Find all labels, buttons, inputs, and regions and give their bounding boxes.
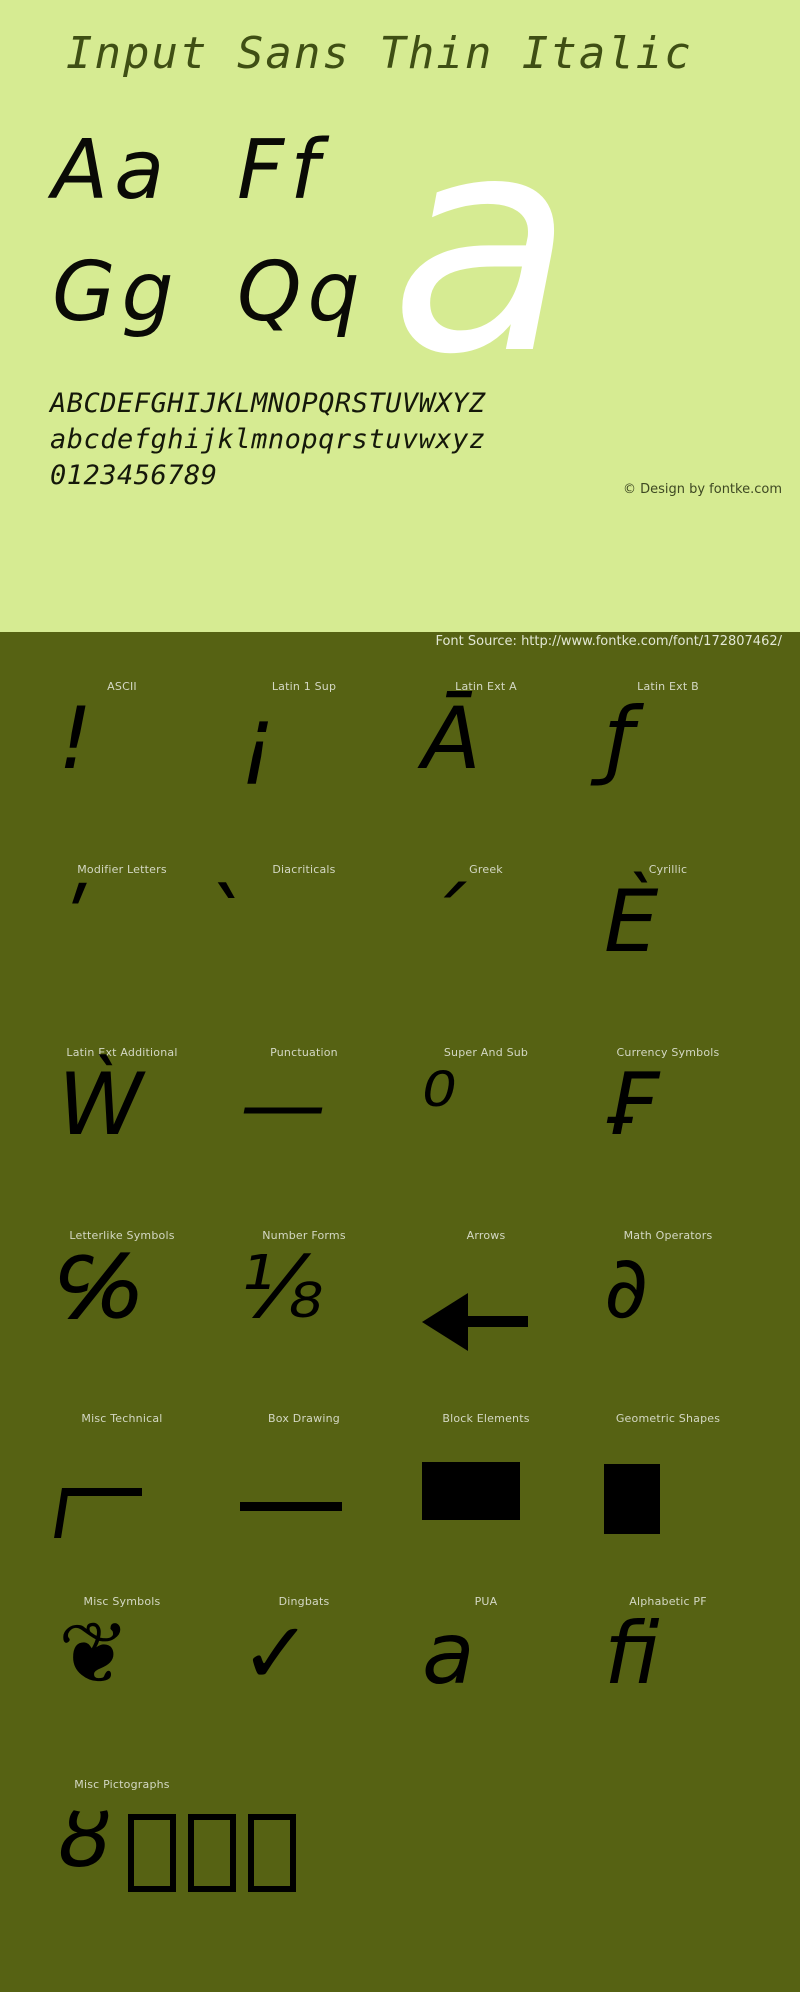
letter-pair: Ff bbox=[237, 123, 326, 218]
unicode-block-glyph: ₣ bbox=[604, 1055, 659, 1155]
unicode-block-label: Diacriticals bbox=[272, 863, 336, 876]
unicode-block-glyph: a bbox=[422, 1604, 475, 1704]
font-source-link[interactable]: Font Source: http://www.fontke.com/font/… bbox=[435, 634, 782, 649]
unicode-block-cell[interactable]: Number Forms ⅛ bbox=[214, 1207, 394, 1390]
unicode-block-row: Modifier LettersʹDiacriticals̀Greek΄Cyri… bbox=[0, 841, 800, 1024]
unicode-block-cell[interactable]: Arrows bbox=[396, 1207, 576, 1390]
lowercase-alphabet-line: abcdefghijklmnopqrstuvwxyz bbox=[50, 424, 486, 455]
unicode-block-cell[interactable]: Latin 1 Sup ¡ bbox=[214, 658, 394, 841]
unicode-block-glyph: ! bbox=[58, 689, 93, 789]
unicode-block-label: Block Elements bbox=[442, 1412, 530, 1425]
unicode-block-row: Misc Technical Box Drawing Block Elements G… bbox=[0, 1390, 800, 1573]
unicode-block-row: Latin Ext Additional Ẁ Punctuation — Super A… bbox=[0, 1024, 800, 1207]
letter-pair: Aa bbox=[52, 123, 171, 218]
unicode-block-glyph: Ā bbox=[422, 689, 481, 789]
unicode-block-cell[interactable]: Misc Pictographs ȣ bbox=[32, 1756, 296, 1956]
unicode-block-label: Arrows bbox=[466, 1229, 506, 1242]
unicode-block-label: Geometric Shapes bbox=[615, 1412, 721, 1425]
unicode-block-row: Misc Symbols ❦ Dingbats ✓ PUA a Alphabetic PF ﬁ bbox=[0, 1573, 800, 1756]
unicode-block-row: ASCII! Latin 1 Sup ¡ Latin Ext A Ā Latin Ext … bbox=[0, 658, 800, 841]
missing-glyph-box bbox=[248, 1814, 296, 1892]
unicode-block-glyph: ✓ bbox=[240, 1604, 313, 1704]
unicode-block-glyph: ❦ bbox=[58, 1604, 131, 1704]
unicode-block-row: Letterlike Symbols ℅ Number Forms ⅛ Arrows Ma… bbox=[0, 1207, 800, 1390]
unicode-block-glyph: Ѐ bbox=[604, 872, 659, 972]
unicode-block-cell[interactable]: Box Drawing bbox=[214, 1390, 394, 1573]
letter-pair: Gg bbox=[52, 245, 180, 340]
left-arrow-icon bbox=[422, 1293, 528, 1351]
corner-bracket-glyph bbox=[54, 1466, 142, 1538]
font-name-title: Input Sans Thin Italic bbox=[66, 28, 693, 79]
unicode-block-row: Misc Pictographs ȣ bbox=[0, 1756, 800, 1956]
missing-glyph-row bbox=[128, 1814, 296, 1892]
unicode-block-cell[interactable]: Dingbats ✓ bbox=[214, 1573, 394, 1756]
unicode-block-cell[interactable]: ASCII! bbox=[32, 658, 212, 841]
unicode-block-glyph: ȣ bbox=[58, 1787, 111, 1887]
horizontal-rule-glyph bbox=[240, 1502, 342, 1511]
unicode-block-glyph: ¡ bbox=[240, 689, 275, 789]
specimen-preview-panel: Input Sans Thin Italic Aa Ff Gg Qq a ABC… bbox=[0, 0, 800, 632]
unicode-block-cell[interactable]: Cyrillic Ѐ bbox=[578, 841, 758, 1024]
letter-pair: Qq bbox=[237, 245, 366, 340]
unicode-block-cell[interactable]: Letterlike Symbols ℅ bbox=[32, 1207, 212, 1390]
uppercase-alphabet-line: ABCDEFGHIJKLMNOPQRSTUVWXYZ bbox=[50, 388, 486, 419]
unicode-block-glyph: ΄ bbox=[422, 872, 465, 972]
unicode-block-label: Box Drawing bbox=[268, 1412, 340, 1425]
unicode-block-cell[interactable]: Block Elements bbox=[396, 1390, 576, 1573]
digits-line: 0123456789 bbox=[50, 460, 218, 491]
character-set-sample: ABCDEFGHIJKLMNOPQRSTUVWXYZ abcdefghijklm… bbox=[50, 386, 486, 494]
font-source-bar: Font Source: http://www.fontke.com/font/… bbox=[0, 632, 800, 658]
unicode-block-glyph: — bbox=[240, 1055, 326, 1155]
unicode-block-cell[interactable]: Punctuation — bbox=[214, 1024, 394, 1207]
unicode-block-cell[interactable]: Math Operators ∂ bbox=[578, 1207, 758, 1390]
unicode-block-cell[interactable]: Diacriticals̀ bbox=[214, 841, 394, 1024]
missing-glyph-box bbox=[128, 1814, 176, 1892]
unicode-block-cell[interactable]: Geometric Shapes bbox=[578, 1390, 758, 1573]
unicode-block-cell[interactable]: Latin Ext Additional Ẁ bbox=[32, 1024, 212, 1207]
unicode-block-glyph: ∂ bbox=[604, 1238, 649, 1338]
missing-glyph-box bbox=[188, 1814, 236, 1892]
unicode-block-cell[interactable]: PUA a bbox=[396, 1573, 576, 1756]
unicode-block-cell[interactable]: Super And Sub ⁰ bbox=[396, 1024, 576, 1207]
full-block-glyph bbox=[422, 1462, 520, 1520]
unicode-block-cell[interactable]: Latin Ext Bƒ bbox=[578, 658, 758, 841]
unicode-block-glyph: ʹ bbox=[58, 872, 82, 972]
arrow-tail bbox=[462, 1316, 528, 1327]
unicode-block-cell[interactable]: Latin Ext AĀ bbox=[396, 658, 576, 841]
unicode-block-glyph: ⅛ bbox=[240, 1238, 324, 1338]
hero-glyph: a bbox=[390, 71, 574, 420]
unicode-block-cell[interactable]: Modifier Letters ʹ bbox=[32, 841, 212, 1024]
unicode-block-cell[interactable]: Greek ΄ bbox=[396, 841, 576, 1024]
design-credit: © Design by fontke.com bbox=[622, 482, 782, 497]
unicode-block-glyph: ƒ bbox=[604, 689, 635, 789]
unicode-block-glyph: ℅ bbox=[58, 1238, 142, 1338]
unicode-block-cell[interactable]: Misc Symbols ❦ bbox=[32, 1573, 212, 1756]
unicode-block-cell[interactable]: Alphabetic PF ﬁ bbox=[578, 1573, 758, 1756]
black-square-glyph bbox=[604, 1464, 660, 1534]
unicode-block-cell[interactable]: Currency Symbols ₣ bbox=[578, 1024, 758, 1207]
unicode-block-glyph: ⁰ bbox=[422, 1055, 457, 1155]
font-specimen-page: Input Sans Thin Italic Aa Ff Gg Qq a ABC… bbox=[0, 0, 800, 1992]
unicode-block-label: Misc Technical bbox=[81, 1412, 163, 1425]
unicode-block-glyph: ﬁ bbox=[604, 1604, 660, 1704]
unicode-block-cell[interactable]: Misc Technical bbox=[32, 1390, 212, 1573]
unicode-block-grid: ASCII! Latin 1 Sup ¡ Latin Ext A Ā Latin Ext … bbox=[0, 658, 800, 1992]
corner-bracket-arm bbox=[62, 1488, 142, 1496]
unicode-block-glyph: Ẁ bbox=[58, 1055, 144, 1155]
